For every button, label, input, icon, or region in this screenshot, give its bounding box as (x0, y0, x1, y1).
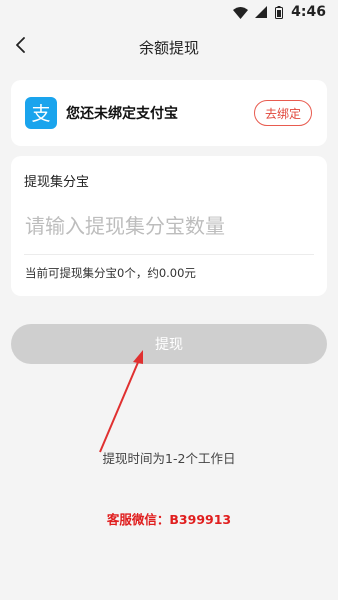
wifi-icon (233, 6, 249, 19)
status-time: 4:46 (291, 4, 326, 20)
divider (24, 254, 314, 255)
nav-bar: 余额提现 (0, 24, 338, 70)
alipay-logo: 支 (25, 97, 57, 129)
amount-input[interactable] (25, 206, 305, 246)
bind-alipay-button[interactable]: 去绑定 (254, 100, 312, 126)
available-balance-text: 当前可提现集分宝0个，约0.00元 (25, 266, 196, 280)
chevron-left-icon (15, 37, 27, 57)
alipay-status-text: 您还未绑定支付宝 (66, 106, 178, 122)
withdraw-button[interactable]: 提现 (11, 324, 327, 364)
withdraw-time-note: 提现时间为1-2个工作日 (102, 451, 236, 466)
page-title: 余额提现 (138, 38, 199, 57)
back-button[interactable] (6, 32, 36, 62)
withdraw-label: 提现集分宝 (24, 175, 90, 190)
signal-icon (255, 6, 268, 18)
alipay-logo-char: 支 (31, 103, 50, 125)
customer-service-text: 客服微信：B399913 (106, 512, 232, 527)
alipay-bind-card: 支 您还未绑定支付宝 去绑定 (11, 80, 327, 146)
battery-icon (275, 5, 284, 19)
status-bar: 4:46 (0, 0, 338, 24)
